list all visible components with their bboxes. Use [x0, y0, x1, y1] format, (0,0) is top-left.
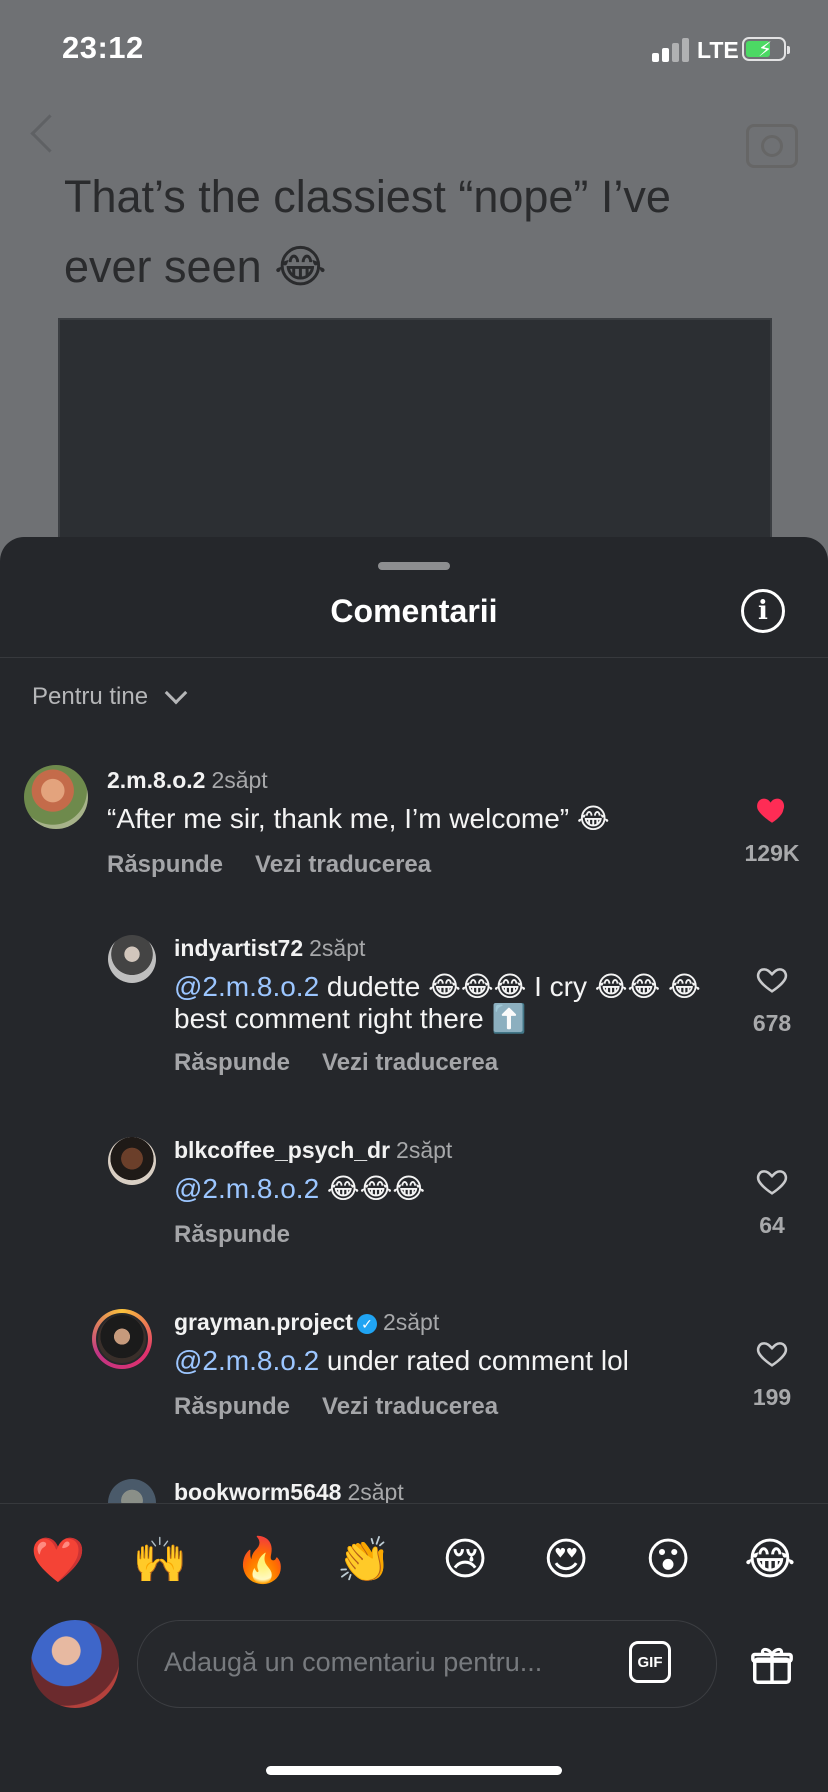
- heart-filled-icon: [757, 798, 785, 823]
- reply-button[interactable]: Răspunde: [107, 851, 223, 878]
- comment-mention[interactable]: @2.m.8.o.2: [174, 971, 319, 1002]
- sheet-divider: [0, 657, 828, 658]
- comment-time: 2săpt: [211, 767, 268, 793]
- signal-icon: [652, 38, 692, 62]
- like-button[interactable]: 199: [732, 1337, 812, 1411]
- like-button[interactable]: 129K: [732, 793, 812, 867]
- reply-button[interactable]: Răspunde: [174, 1393, 290, 1420]
- filter-dropdown[interactable]: Pentru tine: [32, 681, 188, 711]
- emoji-bar: ❤️ 🙌 🔥 👏 😢 😍 😮 😂: [0, 1503, 828, 1614]
- back-icon[interactable]: [30, 114, 69, 153]
- comment-text: @2.m.8.o.2 😂😂😂: [174, 1173, 426, 1204]
- translate-button[interactable]: Vezi traducerea: [322, 1049, 498, 1076]
- like-count: 678: [752, 1010, 792, 1036]
- comment-text: “After me sir, thank me, I’m welcome” 😂: [107, 803, 610, 834]
- comment-time: 2săpt: [396, 1137, 453, 1163]
- like-count: 129K: [744, 840, 800, 866]
- filter-label: Pentru tine: [32, 683, 149, 710]
- my-avatar[interactable]: [31, 1620, 119, 1708]
- heart-outline-icon: [756, 968, 788, 993]
- emoji-fire[interactable]: 🔥: [232, 1534, 292, 1586]
- sheet-title: Comentarii: [330, 593, 498, 629]
- sheet-grabber[interactable]: [378, 562, 450, 570]
- reply-button[interactable]: Răspunde: [174, 1221, 290, 1248]
- avatar[interactable]: [108, 1137, 156, 1185]
- heart-outline-icon: [756, 1342, 788, 1367]
- like-count: 64: [759, 1212, 785, 1238]
- emoji-heart[interactable]: ❤️: [28, 1534, 88, 1586]
- reply-button[interactable]: Răspunde: [174, 1049, 290, 1076]
- comment-mention[interactable]: @2.m.8.o.2: [174, 1173, 319, 1204]
- comment-username[interactable]: indyartist72: [174, 935, 303, 961]
- like-count: 199: [752, 1384, 792, 1410]
- info-icon[interactable]: i: [741, 589, 785, 633]
- post-caption: That’s the classiest “nope” I’ve ever se…: [64, 171, 671, 292]
- gif-button[interactable]: GIF: [629, 1641, 671, 1683]
- emoji-laughing[interactable]: 😂: [740, 1534, 800, 1585]
- post-media: [58, 318, 772, 572]
- comment-time: 2săpt: [347, 1479, 404, 1505]
- emoji-surprised[interactable]: 😮: [638, 1534, 698, 1585]
- gift-icon[interactable]: [749, 1642, 795, 1688]
- verified-badge-icon: ✓: [356, 1314, 377, 1334]
- chevron-down-icon: [164, 681, 188, 705]
- comment-input[interactable]: Adaugă un comentariu pentru... GIF: [137, 1620, 717, 1708]
- status-bar: 23:12 LTE ⚡: [0, 0, 828, 100]
- home-indicator[interactable]: [266, 1766, 562, 1775]
- status-time: 23:12: [62, 30, 144, 65]
- comment-time: 2săpt: [309, 935, 366, 961]
- comment-time: 2săpt: [382, 1309, 440, 1335]
- comment-username[interactable]: bookworm5648: [174, 1479, 341, 1505]
- avatar[interactable]: [92, 1309, 152, 1369]
- like-button[interactable]: 678: [732, 963, 812, 1037]
- comment-text: @2.m.8.o.2 under rated comment lol: [174, 1345, 629, 1376]
- avatar[interactable]: [24, 765, 88, 829]
- comment-text: @2.m.8.o.2 dudette 😂😂😂 I cry 😂😂 😂 best c…: [174, 971, 701, 1034]
- battery-icon: ⚡: [742, 37, 790, 61]
- comment-username[interactable]: grayman.project: [174, 1309, 353, 1335]
- comment-username[interactable]: blkcoffee_psych_dr: [174, 1137, 390, 1163]
- comment-input-placeholder: Adaugă un comentariu pentru...: [164, 1647, 543, 1677]
- avatar[interactable]: [108, 935, 156, 983]
- emoji-crying[interactable]: 😢: [435, 1534, 495, 1585]
- emoji-clap[interactable]: 👏: [334, 1534, 394, 1586]
- like-button[interactable]: 64: [732, 1165, 812, 1239]
- heart-outline-icon: [756, 1170, 788, 1195]
- emoji-raised-hands[interactable]: 🙌: [130, 1534, 190, 1586]
- translate-button[interactable]: Vezi traducerea: [255, 851, 431, 878]
- comment-username[interactable]: 2.m.8.o.2: [107, 767, 205, 793]
- translate-button[interactable]: Vezi traducerea: [322, 1393, 498, 1420]
- network-label: LTE: [697, 37, 739, 63]
- comment-mention[interactable]: @2.m.8.o.2: [174, 1345, 319, 1376]
- post-backdrop: 23:12 LTE ⚡ That’s the classiest “nope” …: [0, 0, 828, 572]
- comment-input-row: Adaugă un comentariu pentru... GIF: [0, 1600, 828, 1792]
- emoji-heart-eyes[interactable]: 😍: [536, 1534, 596, 1585]
